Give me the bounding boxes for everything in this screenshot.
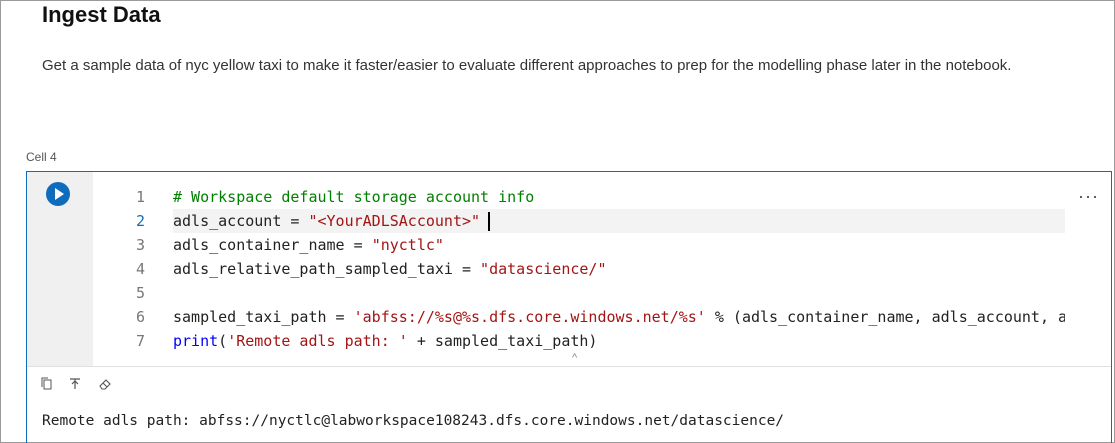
code-token: adls_relative_path_sampled_taxi = [173, 260, 481, 278]
code-text[interactable]: # Workspace default storage account info [173, 185, 1065, 209]
code-token: adls_container_name = [173, 236, 372, 254]
code-token: "nyctlc" [371, 236, 444, 254]
code-cell[interactable]: 1 # Workspace default storage account inf… [26, 171, 1112, 443]
code-token: sampled_taxi_path = [173, 308, 354, 326]
code-text[interactable]: adls_relative_path_sampled_taxi = "datas… [173, 257, 1065, 281]
line-number: 2 [135, 212, 145, 230]
code-line[interactable]: 1 # Workspace default storage account inf… [93, 185, 1111, 209]
markdown-title: Ingest Data [42, 2, 161, 27]
cell-label: Cell 4 [26, 150, 57, 164]
code-text[interactable]: adls_account = "<YourADLSAccount>" [173, 209, 1065, 233]
code-text[interactable]: sampled_taxi_path = 'abfss://%s@%s.dfs.c… [173, 305, 1065, 329]
code-token: adls_account = [173, 212, 309, 230]
code-line[interactable]: 7 print('Remote adls path: ' + sampled_ta… [93, 329, 1111, 353]
cell-output: Remote adls path: abfss://nyctlc@labwork… [42, 413, 785, 429]
code-token: 'Remote adls path: ' [227, 332, 408, 350]
code-line[interactable]: 6 sampled_taxi_path = 'abfss://%s@%s.dfs.… [93, 305, 1111, 329]
line-number: 1 [135, 188, 145, 206]
more-options-button[interactable]: ··· [1078, 186, 1099, 207]
run-icon[interactable] [46, 182, 70, 206]
text-cursor [488, 212, 491, 231]
divider [27, 366, 1111, 367]
clear-format-icon[interactable] [67, 376, 83, 392]
markdown-description: Get a sample data of nyc yellow taxi to … [42, 57, 1012, 74]
code-token: # Workspace default storage account info [173, 188, 535, 206]
code-token: "<YourADLSAccount>" [308, 212, 481, 230]
line-number: 5 [135, 284, 145, 302]
line-number: 6 [135, 308, 145, 326]
eraser-icon[interactable] [97, 376, 113, 392]
code-token: % (adls_container_name, adls_account, ad… [714, 308, 1065, 326]
code-line[interactable]: 2 adls_account = "<YourADLSAccount>" [93, 209, 1111, 233]
code-text[interactable]: adls_container_name = "nyctlc" [173, 233, 1065, 257]
cell-gutter [27, 172, 93, 366]
code-token: ( [218, 332, 228, 350]
code-token: "datascience/" [480, 260, 607, 278]
code-token: print [173, 332, 219, 350]
code-token: + sampled_taxi_path) [407, 332, 598, 350]
code-line[interactable]: 3 adls_container_name = "nyctlc" [93, 233, 1111, 257]
line-number: 3 [135, 236, 145, 254]
code-editor[interactable]: 1 # Workspace default storage account inf… [93, 172, 1111, 366]
copy-icon[interactable] [39, 376, 55, 392]
code-token: 'abfss://%s@%s.dfs.core.windows.net/%s' [353, 308, 706, 326]
line-number: 4 [135, 260, 145, 278]
code-text[interactable]: print('Remote adls path: ' + sampled_tax… [173, 329, 1065, 353]
code-line[interactable]: 4 adls_relative_path_sampled_taxi = "data… [93, 257, 1111, 281]
line-number: 7 [135, 332, 145, 350]
code-line[interactable]: 5 [93, 281, 1111, 305]
chevron-up-icon[interactable]: ^ [572, 352, 577, 364]
